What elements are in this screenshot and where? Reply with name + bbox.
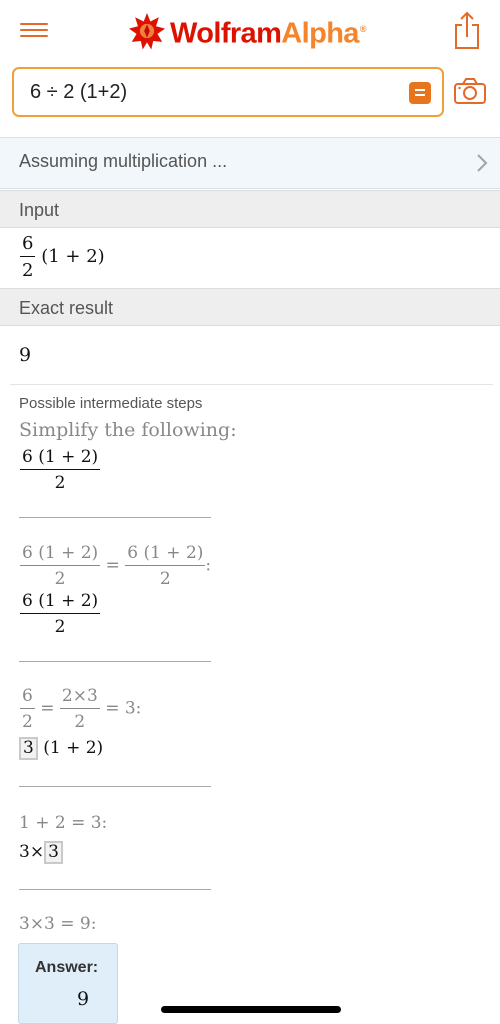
input-rest: (1 + 2) (41, 246, 105, 267)
answer-box: Answer: 9 (18, 943, 118, 1024)
logo-wolfram-text: Wolfram (170, 17, 282, 50)
step2-equation: 6 2 = 2×3 2 = 3: (20, 686, 141, 732)
step-divider (19, 889, 211, 890)
logo-alpha-text: Alpha (281, 17, 359, 50)
step2-result: 3 (1 + 2) (19, 737, 103, 760)
intermediate-steps-label: Possible intermediate steps (19, 395, 203, 412)
step2-result-rest: (1 + 2) (43, 738, 104, 758)
step0-denominator: 2 (20, 469, 101, 493)
input-numerator: 6 (22, 233, 34, 254)
answer-value: 9 (77, 988, 90, 1010)
wolfram-star-icon (128, 12, 166, 50)
step4-equation: 3×3 = 9: (19, 914, 97, 934)
input-fraction: 6 2 (20, 233, 36, 281)
step2-a-denominator: 2 (20, 708, 35, 732)
input-expression: 6 2 (1 + 2) (20, 233, 105, 281)
step2-b-denominator: 2 (59, 708, 100, 732)
step0-numerator: 6 (1 + 2) (22, 447, 99, 467)
input-denominator: 2 (20, 256, 36, 281)
step2-equals: = (40, 698, 55, 719)
step1-lhs-fraction: 6 (1 + 2) 2 (20, 543, 101, 589)
input-pod-header: Input (0, 190, 500, 228)
menu-icon[interactable] (20, 18, 50, 44)
home-indicator[interactable] (161, 1006, 341, 1013)
result-pod-title: Exact result (19, 298, 114, 318)
step1-rhs-fraction: 6 (1 + 2) 2 (125, 543, 206, 589)
logo-trademark: ® (359, 23, 367, 34)
step1-rhs-denominator: 2 (125, 565, 206, 589)
step1-rhs-numerator: 6 (1 + 2) (127, 543, 204, 563)
chevron-right-icon (477, 154, 488, 172)
step1-result-fraction: 6 (1 + 2) 2 (20, 591, 101, 637)
step-divider (19, 786, 211, 787)
step1-equals: = (105, 555, 120, 576)
assumption-bar[interactable]: Assuming multiplication ... (0, 137, 500, 189)
input-pod-title: Input (19, 200, 60, 220)
step2-b-numerator: 2×3 (61, 686, 98, 706)
wolfram-alpha-logo: WolframAlpha® (128, 11, 366, 51)
step3-result: 3× 3 (19, 841, 63, 864)
result-pod-header: Exact result (0, 288, 500, 326)
result-divider (10, 384, 493, 385)
step-divider (19, 661, 211, 662)
camera-icon[interactable] (453, 76, 487, 106)
step1-result-denominator: 2 (20, 613, 101, 637)
assumption-text: Assuming multiplication ... (19, 151, 228, 171)
step3-equation: 1 + 2 = 3: (19, 813, 108, 833)
step0-expression: 6 (1 + 2) 2 (20, 447, 101, 493)
equals-icon[interactable] (409, 82, 431, 104)
search-input-value: 6 ÷ 2 (1+2) (30, 81, 128, 103)
step1-result-numerator: 6 (1 + 2) (22, 591, 99, 611)
step2-b-fraction: 2×3 2 (59, 686, 100, 732)
step1-colon: : (205, 555, 212, 576)
steps-intro: Simplify the following: (19, 419, 237, 441)
step2-a-numerator: 6 (22, 686, 33, 706)
step2-a-fraction: 6 2 (20, 686, 35, 732)
step2-tail: = 3: (105, 698, 142, 719)
search-input[interactable]: 6 ÷ 2 (1+2) (12, 67, 444, 117)
exact-result-value: 9 (19, 344, 32, 366)
share-icon[interactable] (452, 10, 482, 50)
top-bar: WolframAlpha® (0, 0, 500, 62)
step2-highlight: 3 (19, 737, 38, 760)
step1-lhs-numerator: 6 (1 + 2) (22, 543, 99, 563)
step-divider (19, 517, 211, 518)
step0-fraction: 6 (1 + 2) 2 (20, 447, 101, 493)
step1-equation: 6 (1 + 2) 2 = 6 (1 + 2) 2 : (20, 543, 211, 589)
step1-lhs-denominator: 2 (20, 565, 101, 589)
step1-result: 6 (1 + 2) 2 (20, 591, 101, 637)
step3-result-prefix: 3× (19, 842, 45, 862)
logo-wordmark: WolframAlpha® (170, 9, 366, 54)
step3-highlight: 3 (44, 841, 63, 864)
answer-label: Answer: (35, 959, 99, 976)
